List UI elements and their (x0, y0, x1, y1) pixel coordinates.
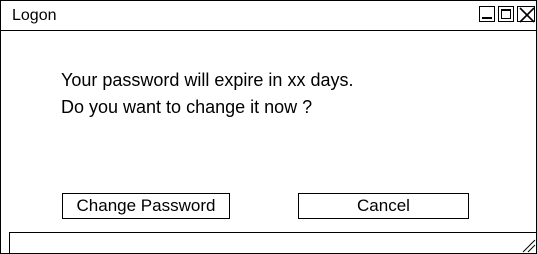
minimize-icon (482, 17, 492, 19)
message-line-2: Do you want to change it now ? (61, 97, 313, 117)
message-text: Your password will expire in xx days. Do… (61, 67, 353, 121)
message-line-1: Your password will expire in xx days. (61, 70, 354, 90)
minimize-button[interactable] (479, 6, 495, 22)
close-button[interactable] (517, 6, 535, 23)
logon-dialog: Logon Your password will expire in xx da… (0, 0, 537, 254)
status-bar (9, 232, 536, 253)
cancel-button[interactable]: Cancel (298, 193, 469, 219)
maximize-icon (501, 9, 511, 19)
window-title: Logon (12, 7, 57, 24)
title-bar[interactable]: Logon (1, 1, 536, 31)
resize-grip-icon[interactable] (520, 237, 536, 253)
maximize-button[interactable] (498, 6, 514, 22)
change-password-button[interactable]: Change Password (62, 193, 230, 219)
close-icon (519, 7, 535, 23)
